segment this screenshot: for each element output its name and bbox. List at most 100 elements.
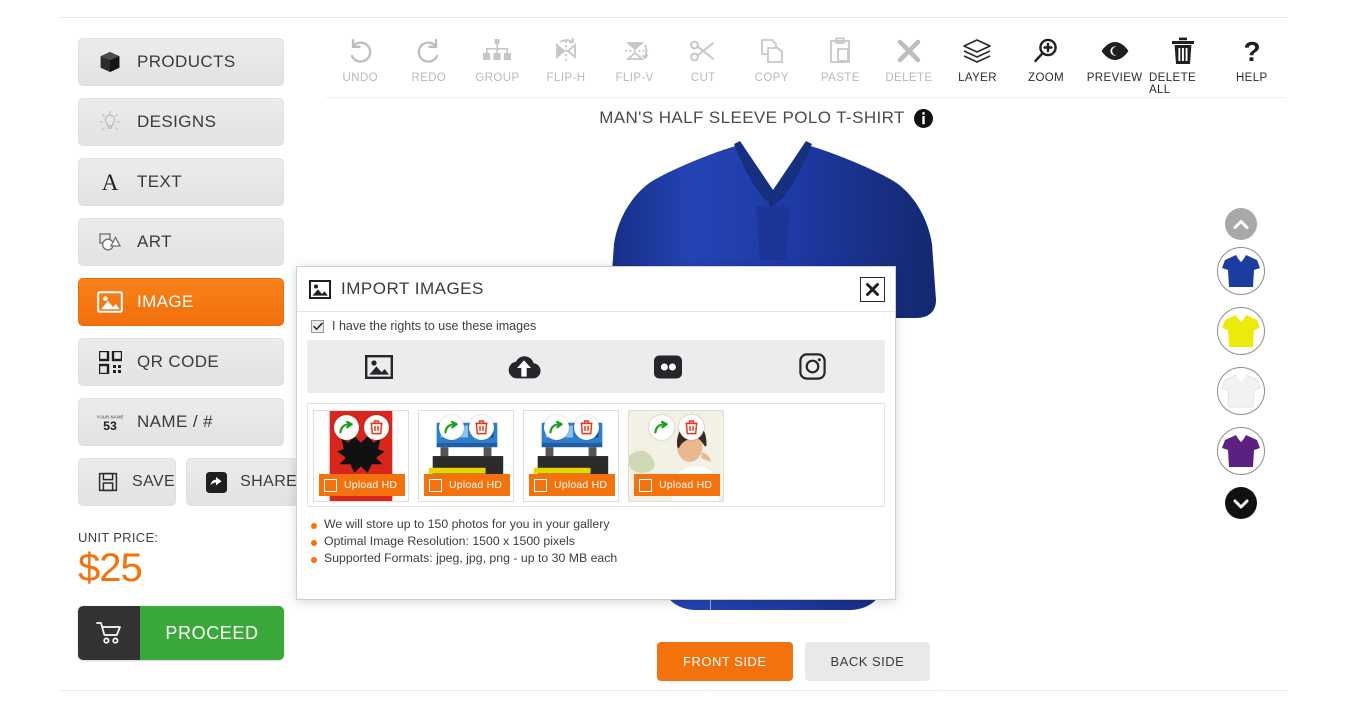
green-arrow-icon[interactable] [333, 415, 359, 440]
rights-checkbox[interactable] [311, 319, 324, 333]
flickr-icon [653, 355, 683, 379]
sidebar-item-art[interactable]: ART [78, 218, 284, 266]
toolbar-undo[interactable]: UNDO [326, 32, 395, 96]
toolbar-label: ZOOM [1028, 72, 1065, 84]
sidebar-item-text[interactable]: A TEXT [78, 158, 284, 206]
toolbar-help[interactable]: ? HELP [1218, 32, 1287, 96]
share-arrow-icon [201, 471, 231, 493]
upload-hd-checkbox[interactable] [639, 478, 652, 492]
sidebar-item-label: IMAGE [137, 292, 194, 311]
toolbar-preview[interactable]: PREVIEW [1080, 32, 1149, 96]
toolbar-label: GROUP [475, 72, 520, 84]
trash-can-icon[interactable] [468, 415, 494, 440]
color-swatch-yellow[interactable] [1217, 307, 1265, 355]
upload-hd-checkbox[interactable] [534, 478, 547, 492]
toolbar-layer[interactable]: LAYER [943, 32, 1012, 96]
bullet-icon [311, 523, 317, 529]
toolbar-redo[interactable]: REDO [395, 32, 464, 96]
note-item: Supported Formats: jpeg, jpg, png - up t… [311, 551, 881, 565]
group-nodes-icon [482, 32, 512, 70]
bottom-divider [58, 690, 1288, 691]
sidebar-item-products[interactable]: PRODUCTS [78, 38, 284, 86]
sidebar-item-label: ART [137, 232, 172, 251]
back-side-button[interactable]: BACK SIDE [804, 642, 931, 681]
color-swatch-white[interactable] [1217, 367, 1265, 415]
scissors-icon [688, 32, 718, 70]
question-mark-icon: ? [1240, 32, 1264, 70]
toolbar-label: UNDO [342, 72, 379, 84]
sidebar-item-label: TEXT [137, 172, 183, 191]
front-side-button[interactable]: FRONT SIDE [657, 642, 793, 681]
green-arrow-icon[interactable] [543, 415, 569, 440]
sidebar-item-image[interactable]: IMAGE [78, 278, 284, 326]
chevron-down-icon[interactable] [1225, 487, 1257, 519]
image-icon [365, 354, 394, 379]
toolbar-zoom[interactable]: ZOOM [1012, 32, 1081, 96]
source-tab-upload[interactable] [452, 340, 597, 393]
source-tab-my-images[interactable] [307, 340, 452, 393]
page-title: MAN'S HALF SLEEVE POLO T-SHIRT [599, 108, 905, 127]
toolbar-flip-v[interactable]: FLIP-V [600, 32, 669, 96]
trash-can-icon[interactable] [573, 415, 599, 440]
close-icon[interactable] [860, 277, 885, 302]
clipboard-paste-icon [827, 32, 853, 70]
cloud-upload-icon [507, 354, 541, 380]
tshirt-thumb-icon [1222, 314, 1260, 347]
upload-hd-toggle[interactable]: Upload HD [319, 474, 405, 496]
gallery-item[interactable]: Upload HD [418, 410, 514, 502]
toolbar-cut[interactable]: CUT [669, 32, 738, 96]
bullet-icon [311, 557, 317, 563]
source-tab-flickr[interactable] [596, 340, 741, 393]
color-swatch-purple[interactable] [1217, 427, 1265, 475]
sidebar-item-qr-code[interactable]: QR CODE [78, 338, 284, 386]
toolbar-paste[interactable]: PASTE [806, 32, 875, 96]
instagram-icon [799, 353, 826, 380]
trash-can-icon[interactable] [363, 415, 389, 440]
tshirt-thumb-icon [1221, 374, 1261, 408]
eye-icon [1099, 32, 1131, 70]
gallery-item[interactable]: Upload HD [313, 410, 409, 502]
rights-checkbox-row[interactable]: I have the rights to use these images [297, 312, 895, 340]
floppy-disk-icon [93, 472, 123, 492]
toolbar-group[interactable]: GROUP [463, 32, 532, 96]
chevron-up-icon[interactable] [1225, 208, 1257, 240]
save-button[interactable]: SAVE [78, 458, 177, 506]
gallery-item[interactable]: Upload HD [523, 410, 619, 502]
green-arrow-icon[interactable] [438, 415, 464, 440]
trash-can-icon [1171, 32, 1195, 70]
note-text: Optimal Image Resolution: 1500 x 1500 pi… [324, 534, 575, 548]
sidebar-item-name-number[interactable]: YOUR NAME 53 NAME / # [78, 398, 284, 446]
toolbar-label: FLIP-V [615, 72, 654, 84]
sidebar-item-designs[interactable]: DESIGNS [78, 98, 284, 146]
proceed-button-label: PROCEED [140, 606, 284, 661]
gallery-item[interactable]: Upload HD [628, 410, 724, 502]
undo-arrow-icon [345, 32, 375, 70]
info-circle-icon[interactable] [913, 108, 933, 128]
x-cross-icon [895, 32, 923, 70]
upload-hd-toggle[interactable]: Upload HD [634, 474, 720, 496]
upload-hd-checkbox[interactable] [429, 478, 442, 492]
color-swatch-blue[interactable] [1217, 247, 1265, 295]
upload-hd-label: Upload HD [554, 479, 608, 491]
upload-hd-toggle[interactable]: Upload HD [529, 474, 615, 496]
trash-can-icon[interactable] [678, 415, 704, 440]
shopping-cart-icon [78, 606, 140, 661]
redo-arrow-icon [414, 32, 444, 70]
sidebar-item-label: NAME / # [137, 412, 213, 431]
source-tab-instagram[interactable] [741, 340, 886, 393]
share-button[interactable]: SHARE [186, 458, 299, 506]
upload-hd-toggle[interactable]: Upload HD [424, 474, 510, 496]
toolbar-delete-all[interactable]: DELETE ALL [1149, 32, 1218, 96]
save-share-row: SAVE SHARE [78, 458, 299, 506]
toolbar-copy[interactable]: COPY [737, 32, 806, 96]
upload-hd-checkbox[interactable] [324, 478, 337, 492]
toolbar-flip-h[interactable]: FLIP-H [532, 32, 601, 96]
toolbar-label: DELETE ALL [1148, 72, 1197, 96]
sidebar-item-label: QR CODE [137, 352, 220, 371]
toolbar-divider [326, 97, 1286, 98]
toolbar-delete[interactable]: DELETE [875, 32, 944, 96]
green-arrow-icon[interactable] [648, 415, 674, 440]
proceed-button[interactable]: PROCEED [78, 606, 284, 661]
sidebar: PRODUCTS DESIGNS A TEXT ART IMAGE QR COD… [78, 38, 299, 661]
sidebar-item-label: DESIGNS [137, 112, 217, 131]
